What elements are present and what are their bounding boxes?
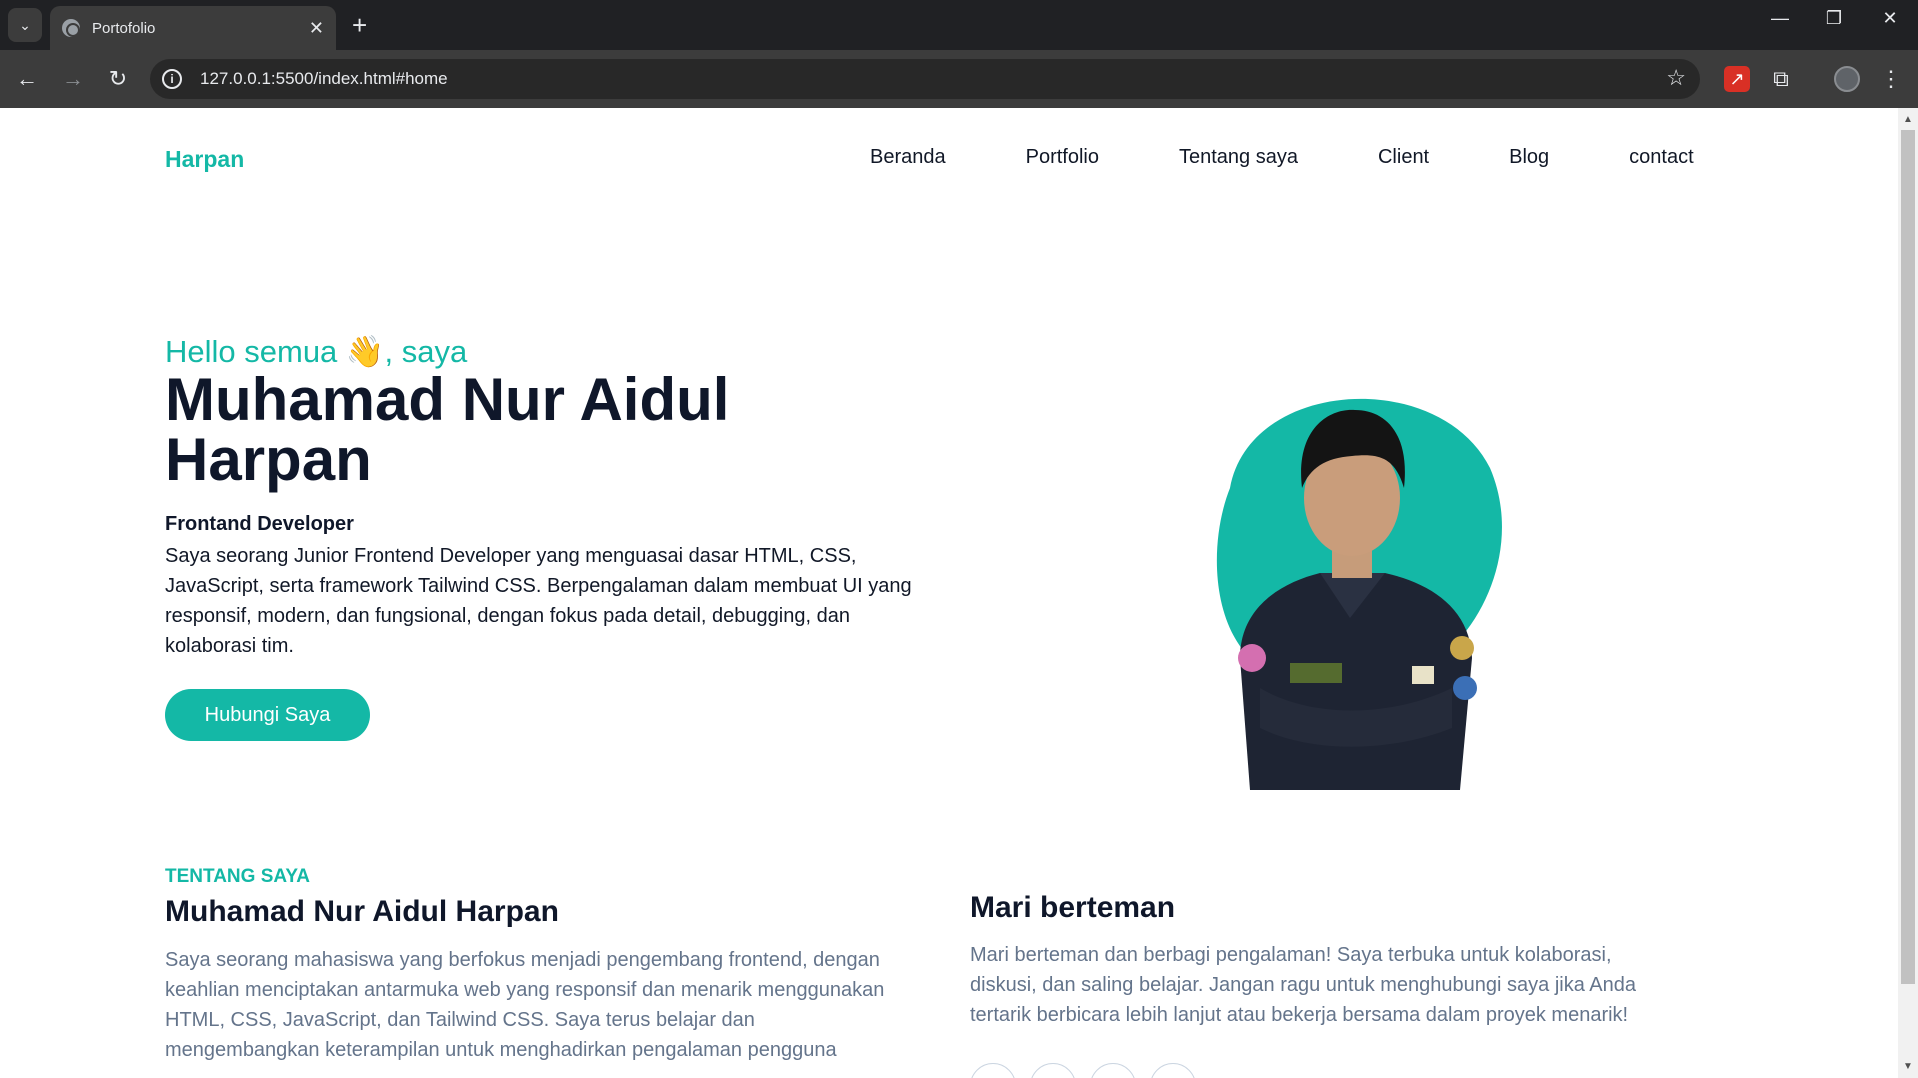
nav-contact[interactable]: contact	[1629, 146, 1693, 169]
restore-button[interactable]: ❐	[1814, 8, 1854, 29]
close-window-button[interactable]: ✕	[1870, 8, 1910, 29]
scroll-down-icon[interactable]: ▼	[1903, 1061, 1913, 1072]
about-name: Muhamad Nur Aidul Harpan	[165, 895, 559, 928]
forward-button[interactable]: →	[58, 66, 88, 92]
instagram-icon[interactable]: ◎	[970, 1063, 1016, 1078]
close-tab-icon[interactable]: ✕	[309, 18, 324, 39]
minimize-button[interactable]: —	[1760, 8, 1800, 29]
globe-icon	[62, 19, 80, 37]
profile-photo	[1216, 398, 1502, 790]
browser-toolbar: ← → ↻ i 127.0.0.1:5500/index.html#home ☆…	[0, 50, 1918, 108]
nav-blog[interactable]: Blog	[1509, 146, 1549, 169]
reload-button[interactable]: ↻	[103, 66, 133, 92]
facebook-icon[interactable]: ●	[1030, 1063, 1076, 1078]
site-nav: Beranda Portfolio Tentang saya Client Bl…	[870, 146, 1774, 169]
bookmark-star-icon[interactable]: ☆	[1666, 65, 1686, 91]
tab-title: Portofolio	[92, 19, 156, 37]
browser-tabbar: ⌄ Portofolio ✕ + — ❐ ✕	[0, 0, 1918, 50]
profile-avatar[interactable]	[1834, 66, 1860, 92]
extension-arrow-icon[interactable]: ↗	[1724, 66, 1750, 92]
site-info-icon[interactable]: i	[162, 69, 182, 89]
page-scrollbar[interactable]: ▲ ▼	[1898, 108, 1918, 1078]
page-content: Harpan Beranda Portfolio Tentang saya Cl…	[0, 108, 1898, 1078]
scrollbar-thumb[interactable]	[1901, 130, 1915, 984]
url-text[interactable]: 127.0.0.1:5500/index.html#home	[200, 69, 448, 89]
contact-me-button[interactable]: Hubungi Saya	[165, 689, 370, 741]
about-text: Saya seorang mahasiswa yang berfokus men…	[165, 949, 885, 1061]
back-button[interactable]: ←	[12, 66, 42, 92]
extensions-puzzle-icon[interactable]: ⧉	[1768, 66, 1794, 92]
tab-search-button[interactable]: ⌄	[8, 8, 42, 42]
hero-description: Saya seorang Junior Frontend Developer y…	[165, 545, 912, 657]
whatsapp-icon[interactable]: ◯	[1090, 1063, 1136, 1078]
email-icon[interactable]: ✉	[1150, 1063, 1196, 1078]
nav-client[interactable]: Client	[1378, 146, 1429, 169]
friends-text: Mari berteman dan berbagi pengalaman! Sa…	[970, 944, 1637, 1026]
hero-role: Frontand Developer	[165, 513, 354, 535]
new-tab-button[interactable]: +	[352, 10, 367, 40]
site-brand[interactable]: Harpan	[165, 146, 244, 173]
nav-beranda[interactable]: Beranda	[870, 146, 946, 169]
browser-tab[interactable]: Portofolio ✕	[50, 6, 336, 50]
browser-menu-icon[interactable]: ⋮	[1878, 66, 1904, 92]
hero-name: Muhamad Nur Aidul Harpan	[165, 366, 730, 493]
about-tag: TENTANG SAYA	[165, 866, 310, 887]
nav-portfolio[interactable]: Portfolio	[1026, 146, 1099, 169]
address-bar[interactable]: i 127.0.0.1:5500/index.html#home ☆	[150, 59, 1700, 99]
friends-title: Mari berteman	[970, 891, 1176, 924]
hero-greeting: Hello semua 👋, saya	[165, 334, 468, 369]
social-links: ◎ ● ◯ ✉	[970, 1063, 1210, 1078]
scroll-up-icon[interactable]: ▲	[1903, 114, 1913, 125]
nav-tentang-saya[interactable]: Tentang saya	[1179, 146, 1298, 169]
